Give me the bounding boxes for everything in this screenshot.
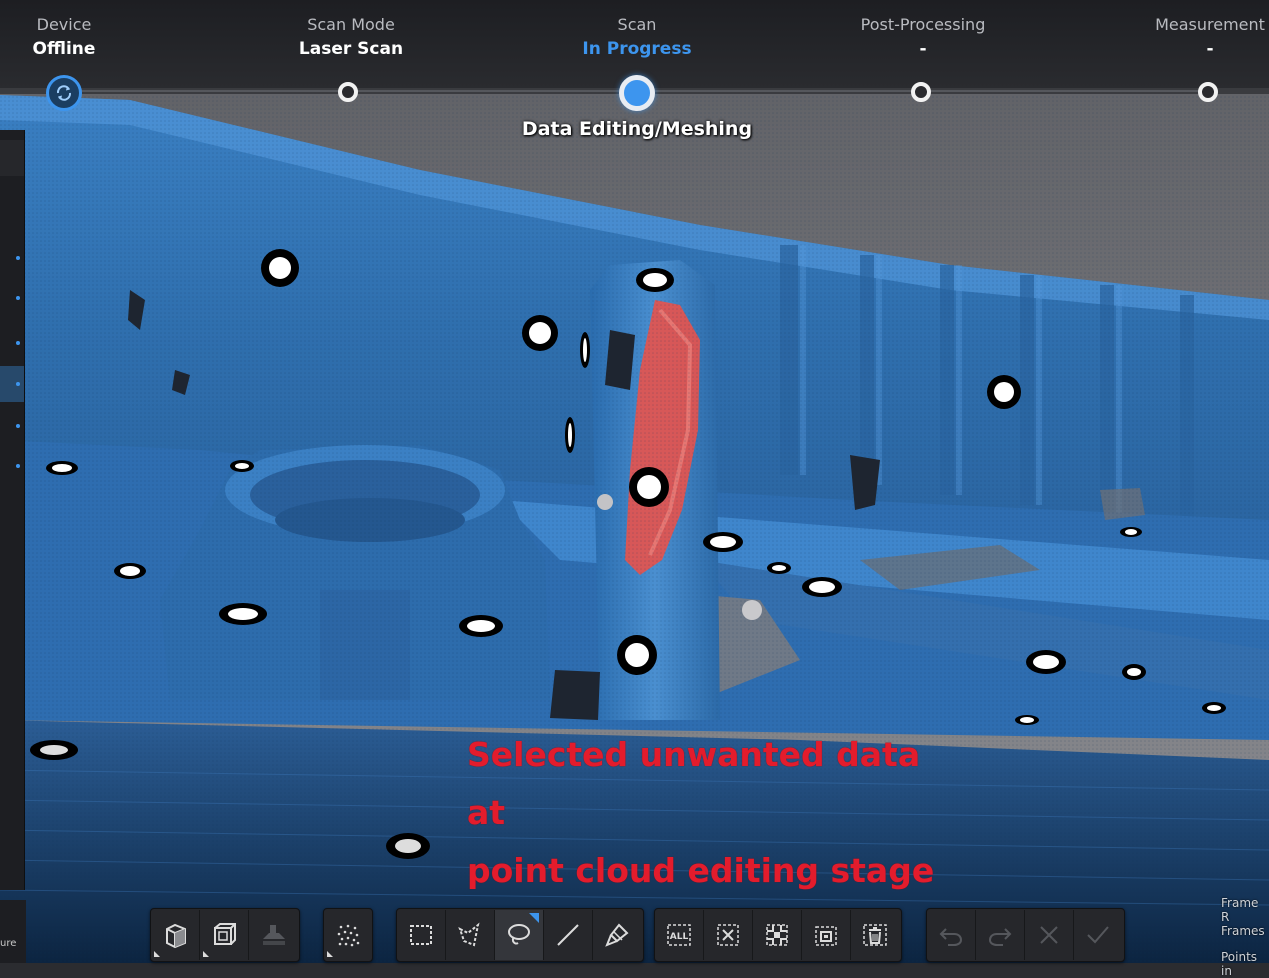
polygon-select-icon [458,922,480,947]
deselect-icon [717,924,739,946]
submenu-indicator [327,951,333,957]
step-title: Device [36,15,92,34]
submenu-indicator [154,951,160,957]
step-value: Laser Scan [298,39,404,59]
line-select-button[interactable] [544,910,593,960]
deselect-button[interactable] [704,910,753,960]
step-title: Scan [617,15,657,34]
step-node-post-processing[interactable] [911,82,931,102]
select-all-button[interactable]: ALL [655,910,704,960]
step-title: Measurement [1155,15,1265,34]
step-value: Offline [32,39,96,59]
step-measurement[interactable]: Measurement - [1110,14,1269,62]
left-panel-clipped-button[interactable]: ure [0,900,26,963]
frame-rate-label: Frame R [1221,896,1259,924]
plane-view-button[interactable] [249,910,297,960]
lasso-select-icon [508,924,530,945]
left-panel-item-selected[interactable] [0,366,24,402]
substage-label: Data Editing/Meshing [521,118,753,140]
cancel-button[interactable] [1025,910,1074,960]
redo-button[interactable] [976,910,1025,960]
selection-toolbar-group [396,908,644,962]
polygon-select-button[interactable] [446,910,495,960]
perspective-view-button[interactable] [151,910,200,960]
brush-select-icon [605,923,629,947]
active-corner-indicator [529,913,539,923]
step-device[interactable]: Device Offline [0,14,164,62]
view-toolbar-group [150,908,300,962]
select-connected-button[interactable] [802,910,851,960]
step-scan[interactable]: Scan In Progress [537,14,737,62]
rect-select-icon [410,925,432,945]
left-panel-item[interactable] [0,240,24,276]
perspective-view-icon [166,923,186,949]
point-toolbar-group [323,908,373,962]
step-value: - [1206,39,1214,59]
step-node-scan-active[interactable] [619,75,655,111]
step-scan-mode[interactable]: Scan Mode Laser Scan [251,14,451,62]
clipped-label: ure [0,938,17,949]
select-all-label: ALL [670,932,689,942]
left-panel-item[interactable] [0,448,24,484]
undo-button[interactable] [927,910,976,960]
left-panel-item[interactable] [0,280,24,316]
confirm-button[interactable] [1074,910,1122,960]
left-side-panel[interactable] [0,130,25,890]
brush-select-button[interactable] [593,910,641,960]
plane-view-icon [263,925,285,945]
select-all-icon: ALL [667,924,691,946]
line-select-icon [557,924,579,946]
submenu-indicator [203,951,209,957]
invert-selection-icon [766,924,788,946]
left-panel-item[interactable] [0,408,24,444]
annotation-text: Selected unwanted data at point cloud ed… [467,726,967,900]
cancel-icon [1040,926,1058,944]
history-toolbar-group [926,908,1125,962]
orthographic-view-button[interactable] [200,910,249,960]
step-value: - [919,39,927,59]
rect-select-button[interactable] [397,910,446,960]
device-sync-icon[interactable] [46,75,82,111]
delete-selection-button[interactable] [851,910,899,960]
annotation-line-2: point cloud editing stage [467,851,935,890]
delete-icon [863,924,887,946]
step-value: In Progress [582,39,692,59]
step-node-scan-mode[interactable] [338,82,358,102]
confirm-icon [1087,926,1109,944]
undo-icon [939,928,963,946]
left-panel-item[interactable] [0,325,24,361]
point-cloud-button[interactable] [324,910,372,960]
redo-icon [988,928,1012,946]
left-panel-header [0,140,24,176]
point-cloud-icon [337,924,360,947]
step-title: Scan Mode [307,15,395,34]
lasso-select-button[interactable] [495,910,544,960]
invert-selection-button[interactable] [753,910,802,960]
step-title: Post-Processing [860,15,986,34]
select-connected-icon [815,926,837,946]
frames-label: Frames [1221,924,1265,938]
step-node-measurement[interactable] [1198,82,1218,102]
annotation-line-1: Selected unwanted data at [467,735,921,832]
points-label: Points in [1221,950,1258,978]
step-post-processing[interactable]: Post-Processing - [823,14,1023,62]
orthographic-view-icon [214,923,236,945]
selection-action-toolbar-group: ALL [654,908,902,962]
